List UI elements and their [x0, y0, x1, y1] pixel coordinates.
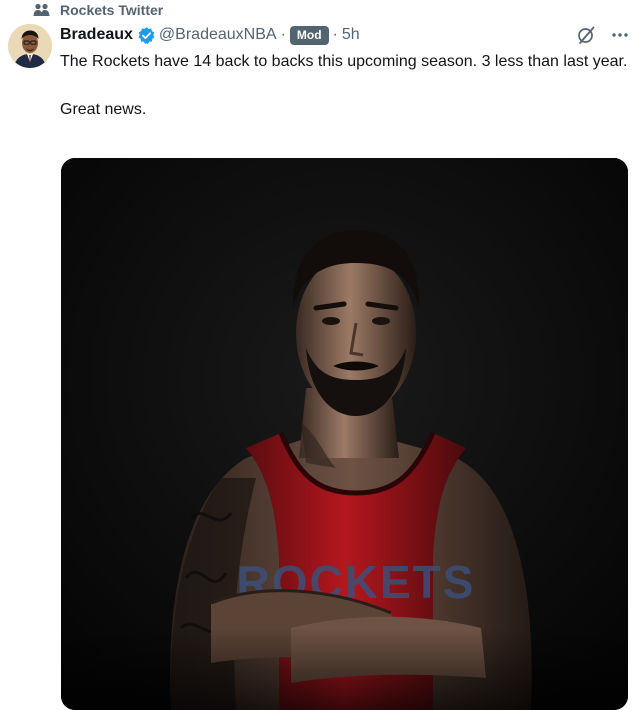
author-handle[interactable]: @BradeauxNBA	[159, 26, 277, 44]
verified-badge-icon[interactable]	[137, 26, 156, 45]
grok-icon[interactable]	[576, 25, 596, 45]
header-separator: ·	[280, 26, 286, 43]
tweet-header: Bradeaux @BradeauxNBA · Mod · 5h	[60, 24, 630, 46]
more-options-icon[interactable]	[610, 25, 630, 45]
tweet-media-photo[interactable]: ROCKETS	[61, 158, 628, 710]
header-separator: ·	[332, 26, 338, 43]
author-display-name[interactable]: Bradeaux	[60, 26, 133, 44]
community-context[interactable]: Rockets Twitter	[33, 0, 163, 20]
avatar[interactable]	[8, 24, 52, 68]
community-people-icon	[33, 3, 50, 17]
tweet-text: The Rockets have 14 back to backs this u…	[60, 53, 628, 118]
community-name[interactable]: Rockets Twitter	[60, 2, 163, 18]
tweet-timestamp[interactable]: 5h	[342, 26, 360, 44]
mod-badge: Mod	[289, 25, 329, 45]
